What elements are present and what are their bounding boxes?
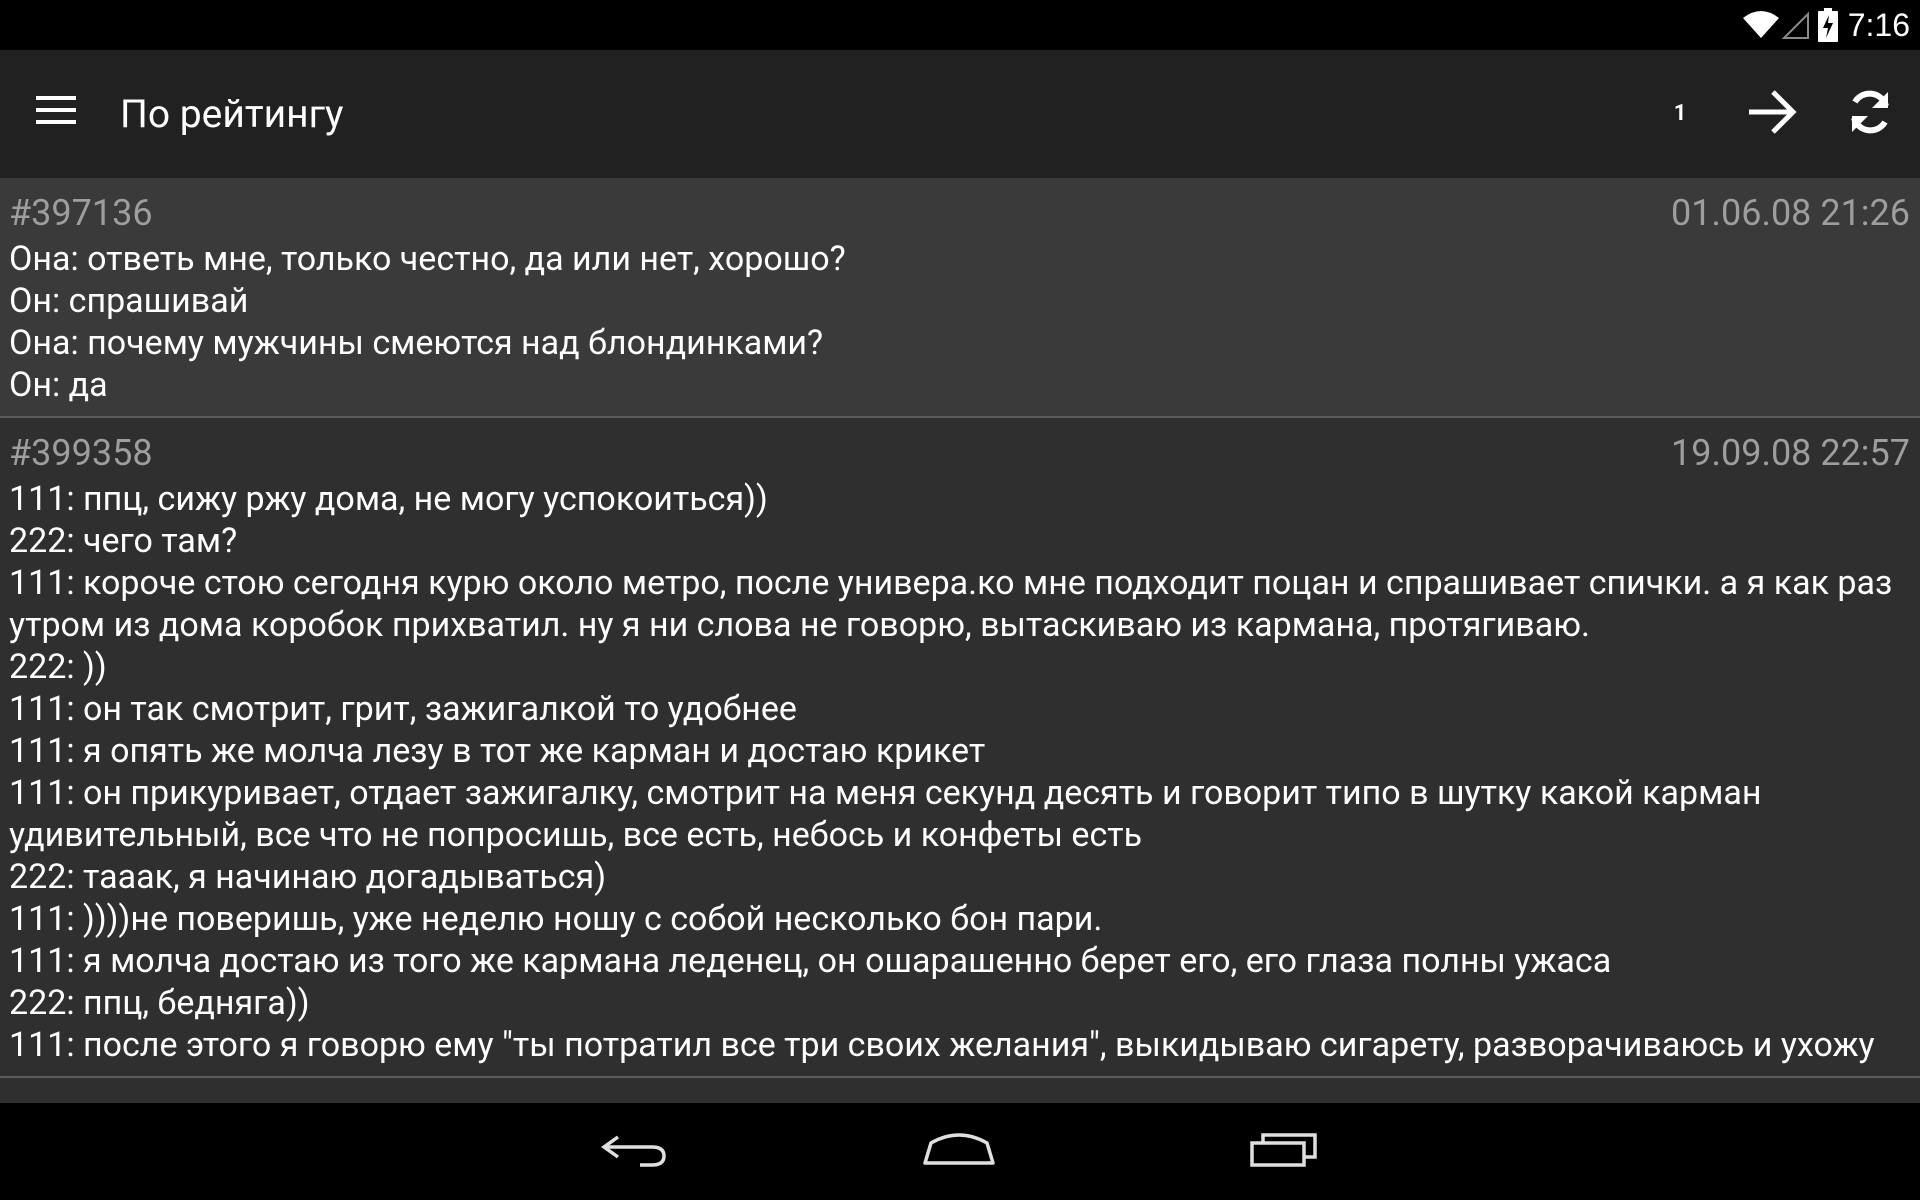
quote-id: #397136 <box>9 192 153 234</box>
quote-header: #399358 19.09.08 22:57 <box>9 430 1910 476</box>
recents-icon <box>1249 1129 1319 1173</box>
back-icon <box>600 1129 670 1173</box>
next-page-button[interactable] <box>1734 76 1810 152</box>
recents-button[interactable] <box>1224 1113 1344 1189</box>
page-title: По рейтингу <box>120 91 344 137</box>
quote-date: 01.06.08 21:26 <box>1671 192 1910 234</box>
home-icon <box>921 1129 997 1173</box>
arrow-right-icon <box>1746 89 1798 139</box>
menu-button[interactable] <box>18 74 94 150</box>
action-bar: По рейтингу 1 <box>0 50 1920 178</box>
cell-signal-icon <box>1781 10 1810 40</box>
app-screen: 7:16 По рейтингу 1 #397136 01.06.08 21:2… <box>0 0 1920 1200</box>
refresh-icon <box>1844 86 1896 142</box>
quote-item[interactable]: #399358 19.09.08 22:57 111: ппц, сижу рж… <box>0 418 1920 1078</box>
status-icons: 7:16 <box>1742 0 1910 50</box>
home-button[interactable] <box>899 1113 1019 1189</box>
wifi-icon <box>1742 10 1780 40</box>
hamburger-menu-icon <box>34 94 78 130</box>
quote-text: Она: ответь мне, только честно, да или н… <box>9 239 846 405</box>
quote-header: #397136 01.06.08 21:26 <box>9 190 1910 236</box>
battery-charging-icon <box>1817 8 1838 42</box>
quote-text: 111: ппц, сижу ржу дома, не могу успокои… <box>9 479 1893 1065</box>
status-time: 7:16 <box>1847 6 1910 43</box>
quote-date: 19.09.08 22:57 <box>1671 432 1910 474</box>
navigation-bar <box>0 1103 1920 1200</box>
quote-list[interactable]: #397136 01.06.08 21:26 Она: ответь мне, … <box>0 178 1920 1103</box>
quote-item[interactable]: #397136 01.06.08 21:26 Она: ответь мне, … <box>0 178 1920 418</box>
status-bar: 7:16 <box>0 0 1920 50</box>
quote-id: #399358 <box>9 432 153 474</box>
back-button[interactable] <box>575 1113 695 1189</box>
page-number-button[interactable]: 1 <box>1650 94 1710 134</box>
refresh-button[interactable] <box>1832 76 1908 152</box>
